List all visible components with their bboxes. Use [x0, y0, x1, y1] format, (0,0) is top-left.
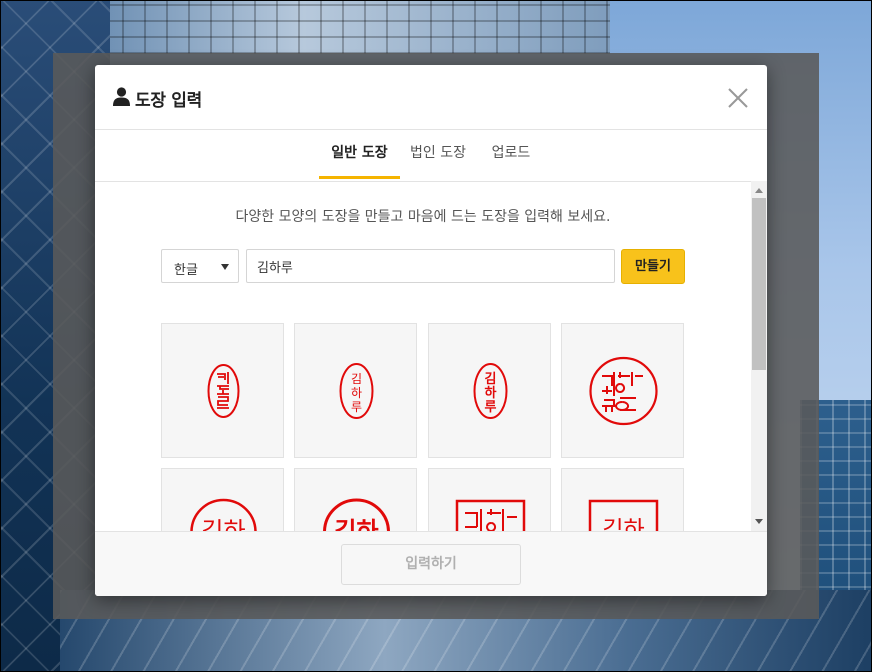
- scrollbar-thumb[interactable]: [752, 198, 766, 370]
- language-select-value: 한글: [174, 263, 198, 278]
- stamp-char: 루: [485, 400, 497, 415]
- dialog-title: 도장 입력: [135, 91, 202, 111]
- tab-upload[interactable]: 업로드: [487, 130, 535, 179]
- stamp-option[interactable]: 김하: [294, 468, 417, 531]
- stamp-text: 김하: [201, 517, 245, 531]
- chevron-down-icon: [221, 264, 229, 270]
- stamp-option[interactable]: 김 하 루: [428, 323, 551, 458]
- stamp-square-grid-image: [455, 499, 526, 531]
- dialog-footer: 입력하기: [95, 531, 767, 596]
- close-icon[interactable]: [723, 83, 753, 113]
- stamp-circle-image: 김하: [190, 498, 257, 531]
- make-stamp-button[interactable]: 만들기: [621, 249, 685, 284]
- stamp-char: 하: [351, 386, 362, 400]
- stamp-char: 김: [351, 372, 362, 386]
- stamp-input-dialog: 도장 입력 일반 도장 법인 도장 업로드 다양한 모양의 도장을 만들고 마음…: [95, 65, 767, 596]
- building-top: [100, 0, 610, 54]
- stamp-circle-grid-image: [589, 356, 658, 426]
- stamp-type-tabs: 일반 도장 법인 도장 업로드: [95, 130, 767, 182]
- stamp-oval-image: 김 하 루: [339, 363, 374, 419]
- content-scrollbar[interactable]: [751, 181, 767, 531]
- stamp-option[interactable]: 김하: [561, 468, 684, 531]
- name-input[interactable]: [246, 249, 615, 283]
- stamp-text: 김하: [334, 517, 378, 531]
- stamp-char: 김: [485, 372, 497, 387]
- stamp-char: 하: [485, 385, 497, 401]
- tab-corporate-stamp[interactable]: 법인 도장: [408, 130, 468, 179]
- instruction-text: 다양한 모양의 도장을 만들고 마음에 드는 도장을 입력해 보세요.: [235, 209, 611, 225]
- scroll-up-icon[interactable]: [755, 188, 763, 193]
- stamp-char: 루: [351, 400, 362, 414]
- stamp-option[interactable]: [561, 323, 684, 458]
- tab-general-stamp[interactable]: 일반 도장: [319, 130, 400, 179]
- stamp-square-image: 김하: [588, 499, 659, 531]
- dialog-header: 도장 입력: [95, 65, 767, 130]
- language-select[interactable]: 한글: [161, 249, 239, 283]
- stamp-option[interactable]: [161, 323, 284, 458]
- submit-stamp-button[interactable]: 입력하기: [341, 544, 521, 585]
- stamp-option[interactable]: 김 하 루: [294, 323, 417, 458]
- scroll-down-icon[interactable]: [755, 519, 763, 524]
- user-icon: [113, 87, 130, 106]
- stamp-oval-grid-image: [207, 364, 240, 418]
- stamp-oval-bold-image: 김 하 루: [473, 363, 508, 419]
- stamp-text: 김하: [602, 517, 644, 531]
- stamp-option[interactable]: 김하: [161, 468, 284, 531]
- stamp-maker-content[interactable]: 다양한 모양의 도장을 만들고 마음에 드는 도장을 입력해 보세요. 한글 만…: [95, 181, 767, 531]
- stamp-option[interactable]: [428, 468, 551, 531]
- stamp-circle-bold-image: 김하: [323, 498, 390, 531]
